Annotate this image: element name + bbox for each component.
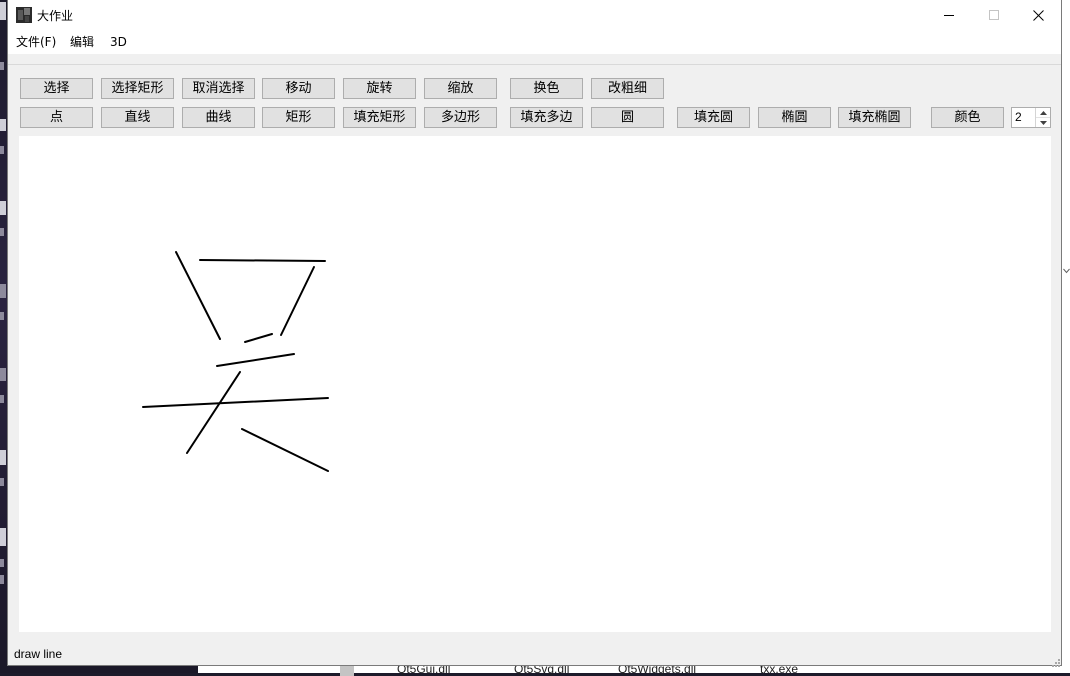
change-color-button[interactable]: 换色 [510,78,583,99]
line-tool-button[interactable]: 直线 [101,107,174,128]
drawing-surface[interactable] [19,136,1051,632]
size-grip-icon[interactable] [1050,654,1060,667]
spin-down-button[interactable] [1036,118,1050,127]
rotate-button[interactable]: 旋转 [343,78,416,99]
app-window: 大作业 文件(F) 编辑 3D 选择 选择矩形 取消选择 移动 旋转 缩放 换色… [7,0,1062,667]
menu-file[interactable]: 文件(F) [10,32,62,52]
move-button[interactable]: 移动 [262,78,335,99]
desktop-icon-fragment [0,528,6,546]
drawn-line[interactable] [175,251,221,340]
spinbox-arrows [1035,108,1050,127]
pen-width-value[interactable]: 2 [1015,110,1022,125]
chevron-down-icon[interactable] [1063,262,1070,274]
select-button[interactable]: 选择 [20,78,93,99]
minimize-icon [943,15,954,16]
select-rect-button[interactable]: 选择矩形 [101,78,174,99]
spin-up-icon [1039,110,1047,115]
desktop-icon-fragment [0,395,4,403]
rectangle-tool-button[interactable]: 矩形 [262,107,335,128]
spin-up-button[interactable] [1036,108,1050,118]
status-text: draw line [14,647,63,661]
menu-bar: 文件(F) 编辑 3D [8,31,1061,54]
desktop-icon-fragment [0,559,4,567]
desktop-icon-fragment [0,146,4,154]
close-icon [1033,9,1044,21]
desktop-icon-fragment [0,312,4,320]
desktop-icon-fragment [0,450,6,465]
point-tool-button[interactable]: 点 [20,107,93,128]
drawn-line[interactable] [199,259,326,262]
curve-tool-button[interactable]: 曲线 [182,107,255,128]
ellipse-tool-button[interactable]: 椭圆 [758,107,831,128]
maximize-icon [988,10,999,20]
toolbar-separator [8,64,1061,65]
drawn-line[interactable] [142,397,329,408]
drawn-line[interactable] [244,333,273,343]
desktop-icon-fragment [0,478,4,486]
change-width-button[interactable]: 改粗细 [591,78,664,99]
drawn-line[interactable] [186,371,241,454]
drawn-line[interactable] [241,428,329,472]
desktop-icon-fragment [0,62,4,70]
title-bar[interactable]: 大作业 [8,0,1061,31]
filled-rectangle-tool-button[interactable]: 填充矩形 [343,107,416,128]
cancel-selection-button[interactable]: 取消选择 [182,78,255,99]
menu-3d[interactable]: 3D [104,32,133,52]
desktop-icon-fragment [0,2,6,20]
spin-down-icon [1039,120,1047,125]
color-picker-button[interactable]: 颜色 [931,107,1004,128]
drawn-line[interactable] [216,353,295,367]
drawing-canvas[interactable] [19,136,1051,632]
explorer-scroll-block [340,664,354,676]
menu-edit[interactable]: 编辑 [64,32,100,52]
desktop-icon-fragment [0,201,6,215]
pen-width-spinbox[interactable]: 2 [1011,107,1051,128]
drawn-line[interactable] [280,266,315,336]
polygon-tool-button[interactable]: 多边形 [424,107,497,128]
desktop-icon-fragment [0,119,6,131]
desktop-icon-fragment [0,284,6,298]
maximize-button[interactable] [971,0,1016,30]
filled-polygon-tool-button[interactable]: 填充多边 [510,107,583,128]
desktop-icon-fragment [0,368,6,381]
desktop-icon-fragment [0,228,4,236]
circle-tool-button[interactable]: 圆 [591,107,664,128]
window-title: 大作业 [37,9,74,23]
desktop-icon-fragment [0,575,4,584]
close-button[interactable] [1016,0,1061,30]
filled-circle-tool-button[interactable]: 填充圆 [677,107,750,128]
scale-button[interactable]: 缩放 [424,78,497,99]
app-icon [16,7,32,23]
status-bar: draw line [8,632,1061,667]
minimize-button[interactable] [926,0,971,30]
filled-ellipse-tool-button[interactable]: 填充椭圆 [838,107,911,128]
